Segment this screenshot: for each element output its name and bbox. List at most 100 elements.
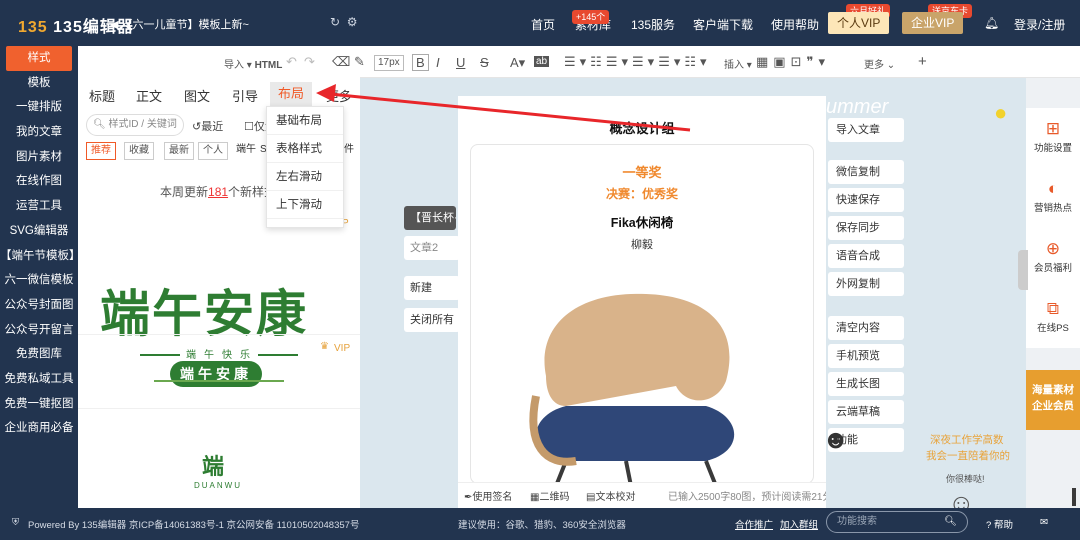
dropdown-basic-layout[interactable]: 基础布局 xyxy=(267,107,343,135)
right-tool-button[interactable]: 快速保存 xyxy=(828,188,904,212)
right-tool-button[interactable]: 清空内容 xyxy=(828,316,904,340)
dropdown-vertical-slide[interactable]: 上下滑动 xyxy=(267,191,343,219)
refresh-icon[interactable]: ↻ xyxy=(330,15,340,29)
tab-body[interactable]: 正文 xyxy=(136,86,162,105)
sidebar-item[interactable]: 企业商用必备 xyxy=(0,416,78,441)
logo-mark: 135 xyxy=(18,19,48,36)
tab-layout[interactable]: 布局 xyxy=(270,82,313,106)
right-tool-button[interactable]: 手机预览 xyxy=(828,344,904,368)
recent-label: 最近 xyxy=(201,121,224,133)
vip-personal-button[interactable]: 个人VIP xyxy=(828,12,890,34)
bell-icon[interactable]: 🔔︎ xyxy=(984,16,999,30)
filter-recommend[interactable]: 推荐 xyxy=(86,142,116,160)
signature-button[interactable]: ✒使用签名 xyxy=(464,488,512,503)
document[interactable]: 概念设计组 一等奖 决赛：优秀奖 Fika休闲椅 柳毅 xyxy=(458,96,826,508)
font-color-icon[interactable]: A▾ xyxy=(510,55,525,71)
right-tool-button[interactable]: 语音合成 xyxy=(828,244,904,268)
mail-icon[interactable]: ✉ xyxy=(1040,517,1048,528)
nav-help[interactable]: 使用帮助 xyxy=(771,16,819,33)
italic-button[interactable]: I xyxy=(436,55,440,70)
add-icon[interactable]: + xyxy=(918,53,927,70)
background-color-icon[interactable]: ab xyxy=(534,56,550,67)
dropdown-horizontal-slide[interactable]: 左右滑动 xyxy=(267,163,343,191)
vip-enterprise-button[interactable]: 企业VIP xyxy=(902,12,964,34)
right-side-item[interactable]: ⊕ 会员福利 xyxy=(1026,228,1080,288)
right-tool-button[interactable]: 云端草稿 xyxy=(828,400,904,424)
insert-button[interactable]: 插入 ▾ xyxy=(724,56,752,71)
filter-latest[interactable]: 最新 xyxy=(164,142,194,160)
right-side-item[interactable]: ◐ 营销热点 xyxy=(1026,168,1080,228)
sidebar-item[interactable]: 免费私域工具 xyxy=(0,367,78,392)
doc-footer: ✒使用签名 ▦二维码 ▤文本校对 已输入2500字80图，预计阅读需21分钟 xyxy=(458,482,826,506)
right-collapse-handle[interactable] xyxy=(1018,250,1028,290)
dropdown-table-style[interactable]: 表格样式 xyxy=(267,135,343,163)
sidebar-item[interactable]: 一键排版 xyxy=(0,95,78,120)
nav-service[interactable]: 135服务 xyxy=(631,16,675,33)
update-count[interactable]: 181 xyxy=(208,185,228,199)
sidebar-item[interactable]: 免费一键抠图 xyxy=(0,392,78,417)
title-hint[interactable]: 【晋长杯· xyxy=(404,206,456,230)
function-search-input[interactable]: 功能搜索 🔍︎ xyxy=(826,511,968,533)
import-button[interactable]: 导入 ▾ HTML xyxy=(224,56,282,71)
sidebar-item[interactable]: 公众号开留言 xyxy=(0,318,78,343)
qrcode-button[interactable]: ▦二维码 xyxy=(530,488,569,503)
strikethrough-button[interactable]: S xyxy=(480,55,489,70)
settings-icon[interactable]: ⚙ xyxy=(347,15,358,29)
format-painter-icon[interactable]: ✎ xyxy=(354,54,365,70)
nav-home[interactable]: 首页 xyxy=(531,16,555,33)
coop-link[interactable]: 合作推广 xyxy=(735,517,773,531)
right-tool-button[interactable]: 生成长图 xyxy=(828,372,904,396)
close-all-button[interactable]: 关闭所有 xyxy=(404,308,460,332)
tab-image-text[interactable]: 图文 xyxy=(184,86,210,105)
style-card-2[interactable]: ♛ VIP 端午安康 xyxy=(78,334,360,406)
font-size-select[interactable]: 17px xyxy=(374,55,404,71)
redo-icon[interactable]: ↷ xyxy=(304,54,315,70)
doc-final: 决赛：优秀奖 xyxy=(605,187,678,201)
right-tool-button[interactable]: 微信复制 xyxy=(828,160,904,184)
eraser-icon[interactable]: ⌫ xyxy=(332,54,350,70)
right-tool-button[interactable]: 保存同步 xyxy=(828,216,904,240)
more-button[interactable]: 更多 ⌄ xyxy=(864,56,895,71)
enterprise-promo[interactable]: 海量素材 企业会员 xyxy=(1026,370,1080,430)
tab-more[interactable]: 更多 xyxy=(326,86,352,105)
new-doc-button[interactable]: 新建 xyxy=(404,276,460,300)
sidebar-item[interactable]: 样式 xyxy=(6,46,72,71)
sidebar-item[interactable]: 免费图库 xyxy=(0,342,78,367)
right-tool-button[interactable]: 导入文章 xyxy=(828,118,904,142)
announcement[interactable]: ◀ 【六一儿童节】模板上新~ xyxy=(110,16,249,32)
media-icons[interactable]: ▦▣⊡❞▾ xyxy=(756,54,830,70)
filter-personal[interactable]: 个人 xyxy=(198,142,228,160)
style-card-3[interactable]: 端 DUANWU xyxy=(78,408,360,508)
sidebar-item[interactable]: 在线作图 xyxy=(0,169,78,194)
underline-button[interactable]: U xyxy=(456,55,465,70)
sidebar-item[interactable]: 运营工具 xyxy=(0,194,78,219)
sidebar-item[interactable]: 公众号封面图 xyxy=(0,293,78,318)
undo-icon[interactable]: ↶ xyxy=(286,54,297,70)
align-icons[interactable]: ☰▾☷☰▾☰▾☰▾☷▾ xyxy=(564,54,711,70)
sidebar-item[interactable]: 【端午节模板】 xyxy=(0,244,78,269)
recent-button[interactable]: ↺最近 xyxy=(192,118,223,134)
help-button[interactable]: ? 帮助 xyxy=(986,517,1013,531)
login-link[interactable]: 登录/注册 xyxy=(1014,16,1065,33)
sidebar-item[interactable]: 模板 xyxy=(0,71,78,96)
join-link[interactable]: 加入群组 xyxy=(780,517,818,531)
nav-client[interactable]: 客户端下载 xyxy=(693,16,753,33)
scroll-indicator[interactable] xyxy=(1072,488,1076,506)
sidebar-item[interactable]: 六一微信模板 xyxy=(0,268,78,293)
sidebar-item[interactable]: SVG编辑器 xyxy=(0,219,78,244)
canvas-text-1: 深夜工作学高数 xyxy=(930,434,1004,446)
style-search-input[interactable]: 🔍︎ 样式ID / 关键词 xyxy=(86,114,184,136)
sidebar-item[interactable]: 图片素材 xyxy=(0,145,78,170)
right-side-item[interactable]: ⧉ 在线PS xyxy=(1026,288,1080,348)
proofread-button[interactable]: ▤文本校对 xyxy=(586,488,635,503)
doc-name-input[interactable]: 文章2 xyxy=(404,236,460,260)
right-side-item[interactable]: ⊞ 功能设置 xyxy=(1026,108,1080,168)
bold-button[interactable]: B xyxy=(412,54,429,71)
speaker-icon: ◀ xyxy=(110,19,119,31)
canvas-bg-text: ummer xyxy=(826,96,889,118)
tab-guide[interactable]: 引导 xyxy=(232,86,258,105)
tab-title[interactable]: 标题 xyxy=(89,86,115,105)
filter-favorite[interactable]: 收藏 xyxy=(124,142,154,160)
right-tool-button[interactable]: 外网复制 xyxy=(828,272,904,296)
sidebar-item[interactable]: 我的文章 xyxy=(0,120,78,145)
